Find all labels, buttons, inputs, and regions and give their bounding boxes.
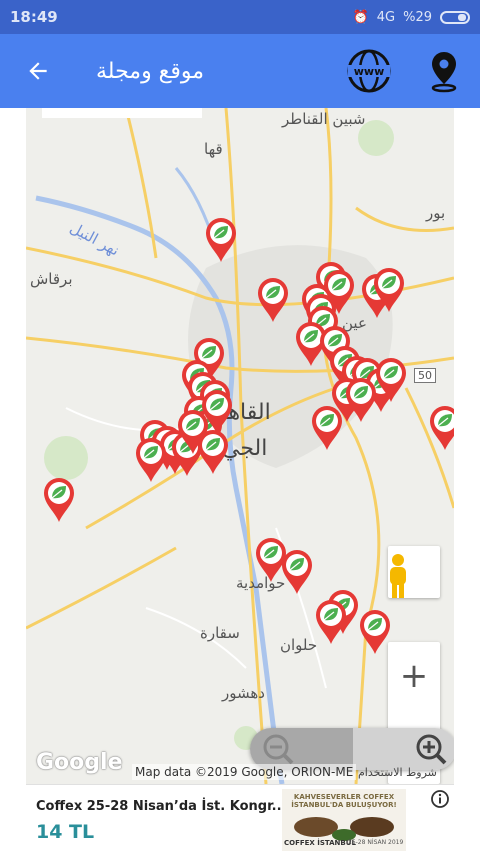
leaf-pin-icon bbox=[202, 390, 232, 434]
battery-icon bbox=[440, 10, 470, 24]
place-marker[interactable] bbox=[372, 266, 406, 314]
map-label-barqash: برقاش bbox=[30, 270, 73, 288]
website-button[interactable]: www bbox=[346, 48, 392, 94]
map-label-saqqara: سقارة bbox=[200, 624, 240, 642]
leaf-pin-icon bbox=[136, 438, 166, 482]
ad-info-button[interactable] bbox=[430, 789, 450, 809]
place-marker[interactable] bbox=[204, 216, 238, 264]
page-title: موقع ومجلة bbox=[96, 58, 205, 84]
ad-right-margin bbox=[454, 784, 480, 853]
map-view[interactable]: شبين القناطر قها نهر النيل برقاش عين الق… bbox=[26, 108, 454, 784]
leaf-pin-icon bbox=[376, 358, 406, 402]
arrow-left-icon bbox=[29, 62, 47, 80]
leaf-pin-icon bbox=[430, 406, 454, 450]
ad-price: 14 TL bbox=[36, 821, 95, 843]
ad-banner[interactable]: Coffex 25-28 Nisan’da İst. Kongr... 14 T… bbox=[26, 784, 454, 853]
place-marker[interactable] bbox=[358, 608, 392, 656]
status-time: 18:49 bbox=[10, 8, 58, 26]
status-icons: ⏰ 4G %29 bbox=[353, 10, 470, 25]
leaf-pin-icon bbox=[360, 610, 390, 654]
battery-percent: %29 bbox=[403, 9, 432, 25]
ad-image-dates: 25-28 NİSAN 2019 bbox=[348, 839, 404, 846]
leaf-pin-icon bbox=[206, 218, 236, 262]
svg-text:www: www bbox=[354, 65, 385, 78]
map-label-dahshur: دهشور bbox=[222, 684, 265, 702]
road-shield-50: 50 bbox=[414, 368, 436, 383]
ad-image-brand: COFFEX İSTANBUL bbox=[284, 839, 356, 847]
terms-of-use-link[interactable]: شروط الاستخدام bbox=[358, 766, 437, 779]
pegman-icon bbox=[390, 554, 406, 598]
leaf-pin-icon bbox=[374, 268, 404, 312]
place-marker[interactable] bbox=[344, 376, 378, 424]
leaf-pin-icon bbox=[258, 278, 288, 322]
place-marker[interactable] bbox=[42, 476, 76, 524]
map-data-attribution: Map data ©2019 Google, ORION-ME bbox=[132, 764, 357, 780]
leaf-pin-icon bbox=[44, 478, 74, 522]
alarm-icon: ⏰ bbox=[352, 9, 369, 25]
place-marker[interactable] bbox=[256, 276, 290, 324]
network-label: 4G bbox=[376, 9, 396, 25]
leaf-pin-icon bbox=[312, 406, 342, 450]
place-marker[interactable] bbox=[200, 388, 234, 436]
zoom-in-button[interactable]: + bbox=[388, 650, 440, 702]
google-logo: Google bbox=[36, 750, 123, 775]
place-marker[interactable] bbox=[428, 404, 454, 452]
info-icon bbox=[431, 790, 449, 808]
www-globe-icon: www bbox=[347, 49, 391, 93]
map-label-shebin: شبين القناطر bbox=[282, 110, 366, 128]
place-marker[interactable] bbox=[314, 598, 348, 646]
leaf-pin-icon bbox=[346, 378, 376, 422]
ad-title[interactable]: Coffex 25-28 Nisan’da İst. Kongr... bbox=[36, 799, 286, 814]
back-button[interactable] bbox=[10, 43, 66, 99]
place-marker[interactable] bbox=[374, 356, 408, 404]
place-marker[interactable] bbox=[310, 404, 344, 452]
map-label-bur: بور bbox=[426, 204, 446, 222]
map-pin-icon bbox=[431, 52, 457, 93]
magnifier-plus-icon bbox=[416, 734, 447, 765]
location-button[interactable] bbox=[424, 48, 464, 94]
leaf-pin-icon bbox=[316, 600, 346, 644]
map-label-qaha: قها bbox=[204, 140, 223, 158]
app-bar: موقع ومجلة www bbox=[0, 34, 480, 108]
street-view-pegman[interactable] bbox=[384, 552, 412, 602]
map-left-margin bbox=[0, 108, 26, 784]
ad-image[interactable]: KAHVESEVERLER COFFEX İSTANBUL'DA BULUŞUY… bbox=[282, 789, 406, 851]
place-marker[interactable] bbox=[134, 436, 168, 484]
map-right-margin bbox=[454, 108, 480, 784]
map-label-helwan: حلوان bbox=[280, 636, 318, 654]
place-marker[interactable] bbox=[280, 548, 314, 596]
zoom-in-pill-button[interactable] bbox=[353, 728, 454, 770]
status-bar: 18:49 ⏰ 4G %29 bbox=[0, 0, 480, 34]
leaf-pin-icon bbox=[282, 550, 312, 594]
